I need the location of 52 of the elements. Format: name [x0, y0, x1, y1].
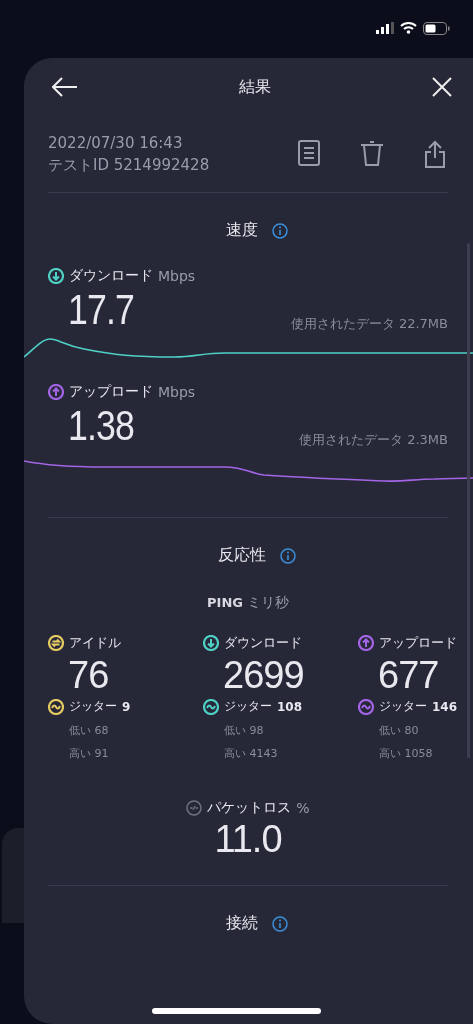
ping-value: 76	[67, 653, 110, 698]
wifi-icon	[400, 22, 417, 34]
unit-label: %	[296, 800, 310, 816]
screen-title: 結果	[239, 76, 271, 98]
info-icon[interactable]	[272, 915, 288, 932]
metric-label: ダウンロード	[69, 267, 153, 285]
battery-icon	[423, 21, 450, 35]
section-title: 速度	[226, 220, 258, 241]
share-button[interactable]	[424, 140, 446, 168]
jitter-label: ジッター	[379, 698, 427, 715]
low-value: 低い 68	[68, 723, 110, 738]
packet-loss-icon	[186, 800, 203, 816]
jitter-icon	[203, 698, 219, 715]
high-value: 高い 4143	[223, 746, 279, 761]
unit-label: Mbps	[158, 268, 196, 284]
signal-icon	[376, 22, 394, 34]
speed-value: 1.38	[68, 401, 135, 451]
data-used: 使用されたデータ 2.3MB	[299, 431, 448, 449]
speed-value: 17.7	[68, 285, 135, 335]
section-title: 接続	[226, 913, 258, 934]
delete-button[interactable]	[360, 140, 384, 168]
jitter-label: ジッター	[69, 698, 117, 715]
packet-loss-value: 11.0	[214, 817, 282, 861]
ping-label: PING	[207, 595, 243, 610]
high-value: 高い 91	[68, 746, 110, 761]
test-date: 2022/07/30 16:43	[48, 133, 184, 152]
low-value: 低い 80	[378, 723, 420, 738]
ping-value: 677	[377, 653, 440, 698]
low-value: 低い 98	[223, 723, 265, 738]
document-button[interactable]	[298, 140, 320, 168]
packet-loss-label: パケットロス	[207, 799, 292, 817]
jitter-label: ジッター	[224, 698, 272, 715]
jitter-value: 9	[122, 699, 131, 714]
section-title: 反応性	[218, 545, 266, 566]
jitter-value: 108	[277, 699, 303, 714]
jitter-icon	[358, 698, 374, 715]
close-button[interactable]	[432, 77, 452, 97]
unit-label: Mbps	[158, 384, 196, 400]
unit-label: ミリ秒	[246, 594, 289, 612]
back-button[interactable]	[52, 77, 78, 97]
jitter-icon	[48, 698, 64, 715]
test-id: テストID 5214992428	[48, 155, 210, 175]
data-used: 使用されたデータ 22.7MB	[290, 315, 448, 333]
ping-type-label: アップロード	[379, 634, 457, 652]
info-icon[interactable]	[272, 222, 288, 239]
ping-type-label: アイドル	[69, 634, 121, 652]
info-icon[interactable]	[280, 547, 296, 564]
metric-label: アップロード	[69, 383, 153, 401]
jitter-value: 146	[432, 699, 458, 714]
ping-value: 2699	[222, 653, 305, 698]
ping-type-label: ダウンロード	[224, 634, 302, 652]
high-value: 高い 1058	[378, 746, 434, 761]
